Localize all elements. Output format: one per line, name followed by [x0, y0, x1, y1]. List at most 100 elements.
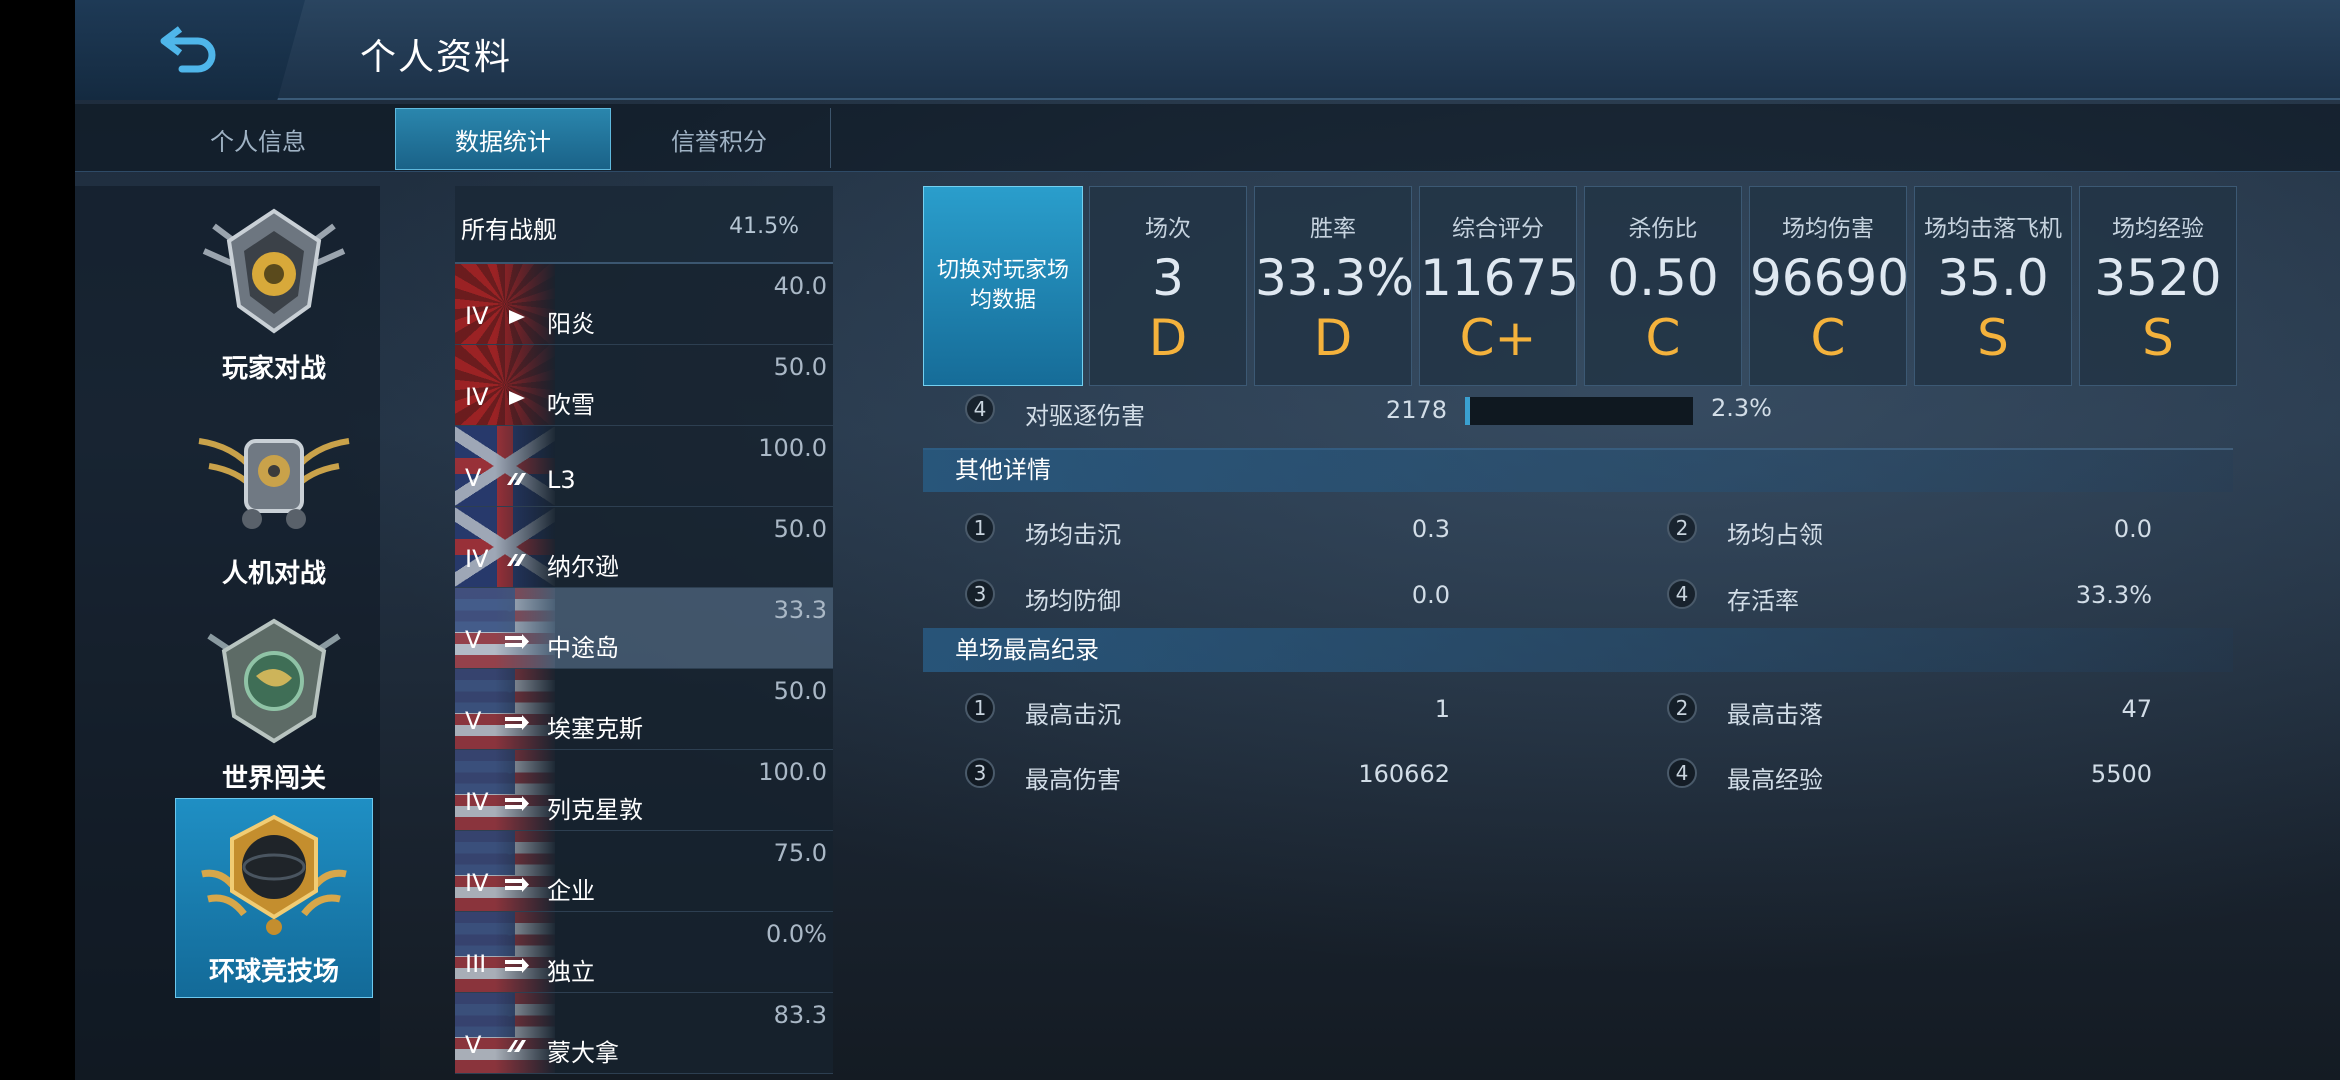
tab-personal-info[interactable]: 个人信息: [150, 108, 366, 170]
ship-row[interactable]: III 独立 0.0%: [455, 912, 833, 993]
record-value: 160662: [1358, 760, 1450, 788]
other-details-header: 其他详情: [923, 448, 2233, 492]
destroyer-icon: [505, 308, 529, 326]
ship-row[interactable]: V 蒙大拿 83.3: [455, 993, 833, 1074]
ship-row[interactable]: IV 企业 75.0: [455, 831, 833, 912]
destroyer-icon: [505, 389, 529, 407]
stat-grade: S: [2142, 309, 2174, 367]
stat-card: 综合评分 11675 C+: [1419, 186, 1580, 386]
ship-win-rate: 83.3: [773, 1001, 827, 1029]
stats-header: 切换对玩家场均数据 场次 3 D 胜率 33.3% D 综合评分 11675 C+ 杀伤比 0.50…: [923, 186, 2240, 386]
flag-fade: [495, 750, 555, 830]
arena-emblem-icon: [201, 814, 347, 935]
ship-tier: V: [465, 707, 482, 735]
ship-win-rate: 75.0: [773, 839, 827, 867]
carrier-icon: [505, 875, 529, 893]
ship-name: 企业: [547, 877, 595, 905]
index-badge: 2: [1667, 513, 1697, 543]
cruiser-icon: [505, 1037, 529, 1055]
detail-value: 33.3%: [2075, 581, 2152, 609]
ship-row[interactable]: IV 列克星敦 100.0: [455, 750, 833, 831]
record-value: 1: [1434, 695, 1450, 723]
flag-fade: [495, 912, 555, 992]
ship-name: 纳尔逊: [547, 553, 619, 581]
detail-item: 4 存活率 33.3%: [1667, 575, 2152, 615]
ship-win-rate: 50.0: [773, 515, 827, 543]
ship-name: 吹雪: [547, 391, 595, 419]
ship-name: 列克星敦: [547, 796, 643, 824]
stat-card: 场次 3 D: [1089, 186, 1247, 386]
ship-row[interactable]: IV 吹雪 50.0: [455, 345, 833, 426]
flag-fade: [495, 993, 555, 1073]
record-label: 最高击落: [1727, 701, 1823, 729]
stat-card: 胜率 33.3% D: [1254, 186, 1414, 386]
pvp-emblem-icon: [202, 208, 346, 334]
ship-tier: V: [465, 464, 482, 492]
ship-win-rate: 100.0: [758, 758, 827, 786]
ship-name: L3: [547, 466, 576, 494]
damage-row-value: 2178: [1385, 396, 1447, 424]
stat-label: 杀伤比: [1628, 216, 1698, 242]
ship-name: 埃塞克斯: [547, 715, 643, 743]
all-ships-label: 所有战舰: [461, 216, 557, 244]
stat-value: 35.0: [1937, 249, 2049, 307]
stat-grade: S: [1977, 309, 2009, 367]
mode-pvp[interactable]: 玩家对战: [175, 196, 373, 396]
cruiser-icon: [505, 470, 529, 488]
stat-grade: D: [1313, 309, 1353, 367]
stat-grade: C: [1645, 309, 1681, 367]
stat-card: 场均击落飞机 35.0 S: [1914, 186, 2072, 386]
back-button[interactable]: [75, 0, 305, 100]
stat-card: 杀伤比 0.50 C: [1584, 186, 1742, 386]
ship-tier: IV: [465, 302, 489, 330]
record-label: 最高伤害: [1025, 766, 1121, 794]
stat-label: 胜率: [1310, 216, 1356, 242]
record-value: 47: [2121, 695, 2152, 723]
ship-tier: IV: [465, 788, 489, 816]
ship-tier: V: [465, 626, 482, 654]
detail-item: 1 场均击沉 0.3: [965, 509, 1450, 549]
cruiser-icon: [505, 551, 529, 569]
index-badge: 3: [965, 579, 995, 609]
tab-statistics[interactable]: 数据统计: [395, 108, 611, 170]
all-ships-win-rate: 41.5%: [729, 214, 799, 239]
ship-row[interactable]: V 中途岛 33.3: [455, 588, 833, 669]
tab-credit-score[interactable]: 信誉积分: [611, 108, 827, 170]
ship-row[interactable]: V 埃塞克斯 50.0: [455, 669, 833, 750]
ship-win-rate: 0.0%: [766, 920, 827, 948]
mode-global-arena[interactable]: 环球竞技场: [175, 798, 373, 998]
record-item: 3 最高伤害 160662: [965, 754, 1450, 794]
record-item: 2 最高击落 47: [1667, 689, 2152, 729]
detail-value: 0.0: [1411, 581, 1450, 609]
stat-value: 3520: [2094, 249, 2222, 307]
index-badge: 1: [965, 513, 995, 543]
flag-fade: [495, 588, 555, 668]
detail-value: 0.3: [1411, 515, 1450, 543]
mode-pve[interactable]: 人机对战: [175, 401, 373, 601]
detail-label: 场均击沉: [1025, 521, 1121, 549]
stat-value: 3: [1152, 249, 1184, 307]
ship-tier: V: [465, 1031, 482, 1059]
stat-value: 11675: [1420, 249, 1580, 307]
detail-item: 3 场均防御 0.0: [965, 575, 1450, 615]
ship-list: 所有战舰 41.5% IV 阳炎 40.0 IV 吹雪 50.0 V L3 100.0 IV 纳尔逊…: [455, 186, 833, 1080]
ship-row[interactable]: V L3 100.0: [455, 426, 833, 507]
ship-name: 蒙大拿: [547, 1039, 619, 1067]
mode-arena-label: 环球竞技场: [208, 957, 339, 987]
all-ships-row[interactable]: 所有战舰 41.5%: [455, 186, 833, 264]
mode-pve-label: 人机对战: [221, 559, 326, 589]
flag-fade: [495, 831, 555, 911]
carrier-icon: [505, 632, 529, 650]
ship-row[interactable]: IV 纳尔逊 50.0: [455, 507, 833, 588]
stat-card: 场均经验 3520 S: [2079, 186, 2237, 386]
stat-grade: D: [1148, 309, 1188, 367]
index-badge: 4: [1667, 579, 1697, 609]
ship-tier: III: [465, 950, 487, 978]
index-badge: 4: [965, 394, 995, 424]
stat-label: 场均经验: [2112, 216, 2204, 242]
ship-row[interactable]: IV 阳炎 40.0: [455, 264, 833, 345]
damage-row-label: 对驱逐伤害: [1025, 402, 1145, 430]
ship-name: 独立: [547, 958, 595, 986]
switch-player-average-button[interactable]: 切换对玩家场均数据: [923, 186, 1083, 386]
mode-world-challenge[interactable]: 世界闯关: [175, 606, 373, 806]
